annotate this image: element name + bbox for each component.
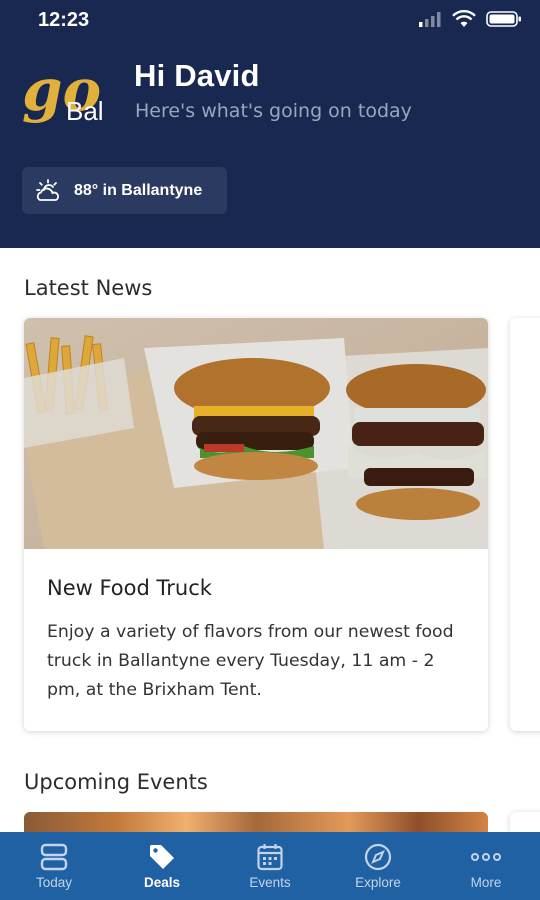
news-card-title: New Food Truck: [47, 576, 212, 600]
status-icons: [418, 10, 522, 28]
status-time: 12:23: [38, 9, 90, 31]
tag-icon: [150, 845, 174, 869]
app-header: 12:23 go Bal Hi David Here's what's goin…: [0, 0, 540, 248]
cellular-signal-icon: [419, 12, 441, 27]
tab-more[interactable]: More: [432, 832, 540, 900]
tab-more-label: More: [470, 875, 502, 890]
tab-deals-label: Deals: [143, 875, 181, 890]
news-card-body: Enjoy a variety of flavors from our newe…: [47, 622, 454, 700]
greeting-title: Hi David: [134, 58, 260, 93]
tab-today[interactable]: Today: [0, 832, 108, 900]
status-bar: 12:23: [0, 0, 540, 44]
upcoming-events-heading: Upcoming Events: [24, 770, 208, 794]
tab-events-label: Events: [249, 875, 291, 890]
calendar-icon: [257, 844, 283, 871]
battery-icon: [486, 11, 521, 27]
news-card[interactable]: New Food Truck Enjoy a variety of flavor…: [24, 318, 488, 731]
greeting-subtitle: Here's what's going on today: [135, 100, 412, 122]
weather-text: 88° in Ballantyne: [74, 181, 203, 199]
tab-today-label: Today: [35, 875, 73, 890]
tab-explore[interactable]: Explore: [324, 832, 432, 900]
news-card-image: [24, 318, 488, 549]
more-dots-icon: [471, 853, 501, 861]
tab-events[interactable]: Events: [216, 832, 324, 900]
latest-news-heading: Latest News: [24, 276, 153, 300]
wifi-icon: [452, 10, 476, 27]
weather-chip[interactable]: 88° in Ballantyne: [22, 167, 227, 214]
partly-sunny-icon: [36, 178, 60, 201]
svg-text:Bal: Bal: [66, 96, 104, 126]
bottom-tab-bar: Today Deals Events Explore More: [0, 832, 540, 900]
today-stack-icon: [40, 843, 68, 871]
next-news-card[interactable]: [510, 318, 540, 731]
gobal-logo: go Bal: [20, 56, 120, 138]
tab-deals[interactable]: Deals: [108, 832, 216, 900]
compass-icon: [364, 843, 392, 871]
tab-explore-label: Explore: [355, 875, 401, 890]
